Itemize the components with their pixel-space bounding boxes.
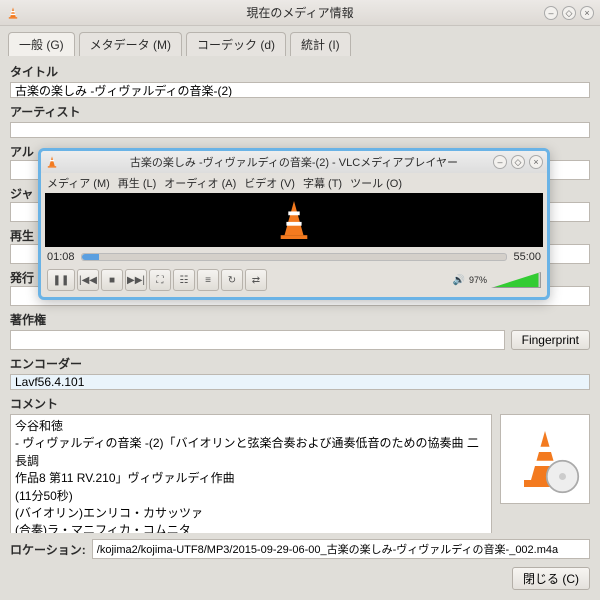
comment-field[interactable] bbox=[10, 414, 492, 533]
player-title: 古楽の楽しみ -ヴィヴァルディの音楽-(2) - VLCメディアプレイヤー bbox=[130, 154, 458, 170]
close-button[interactable]: 閉じる (C) bbox=[512, 567, 590, 590]
fingerprint-button[interactable]: Fingerprint bbox=[511, 330, 590, 350]
player-controls: ❚❚ |◀◀ ■ ▶▶| ⛶ ☷ ≡ ↻ ⇄ 🔊 97% bbox=[41, 267, 547, 297]
menu-tools[interactable]: ツール (O) bbox=[350, 175, 402, 191]
menu-playback[interactable]: 再生 (L) bbox=[118, 175, 157, 191]
tab-general[interactable]: 一般 (G) bbox=[8, 32, 75, 56]
copyright-label: 著作権 bbox=[10, 311, 590, 328]
player-maximize-button[interactable]: ◇ bbox=[511, 155, 525, 169]
location-field bbox=[92, 539, 590, 559]
vlc-cone-large-icon bbox=[510, 424, 580, 494]
player-titlebar[interactable]: 古楽の楽しみ -ヴィヴァルディの音楽-(2) - VLCメディアプレイヤー – … bbox=[41, 151, 547, 173]
encoder-label: エンコーダー bbox=[10, 355, 590, 372]
vlc-cone-video-icon bbox=[275, 198, 313, 242]
fullscreen-button[interactable]: ⛶ bbox=[149, 269, 171, 291]
location-label: ロケーション: bbox=[10, 541, 86, 558]
player-minimize-button[interactable]: – bbox=[493, 155, 507, 169]
encoder-field[interactable] bbox=[10, 374, 590, 390]
location-row: ロケーション: bbox=[0, 533, 600, 567]
title-field[interactable] bbox=[10, 82, 590, 98]
window-title: 現在のメディア情報 bbox=[246, 4, 353, 21]
ext-settings-button[interactable]: ☷ bbox=[173, 269, 195, 291]
artist-field[interactable] bbox=[10, 122, 590, 138]
volume-slider[interactable] bbox=[491, 272, 541, 288]
maximize-button[interactable]: ◇ bbox=[562, 6, 576, 20]
titlebar: 現在のメディア情報 – ◇ × bbox=[0, 0, 600, 26]
menu-media[interactable]: メディア (M) bbox=[47, 175, 110, 191]
seek-slider[interactable] bbox=[81, 253, 508, 261]
player-close-button[interactable]: × bbox=[529, 155, 543, 169]
time-current: 01:08 bbox=[47, 251, 75, 263]
vlc-cone-icon bbox=[45, 155, 59, 169]
title-label: タイトル bbox=[10, 63, 590, 80]
comment-label: コメント bbox=[10, 395, 590, 412]
playlist-button[interactable]: ≡ bbox=[197, 269, 219, 291]
pause-button[interactable]: ❚❚ bbox=[47, 269, 75, 291]
shuffle-button[interactable]: ⇄ bbox=[245, 269, 267, 291]
artist-label: アーティスト bbox=[10, 103, 590, 120]
tab-bar: 一般 (G) メタデータ (M) コーデック (d) 統計 (I) bbox=[0, 26, 600, 56]
next-button[interactable]: ▶▶| bbox=[125, 269, 147, 291]
video-area bbox=[45, 193, 543, 247]
menu-subtitle[interactable]: 字幕 (T) bbox=[303, 175, 342, 191]
time-total: 55:00 bbox=[513, 251, 541, 263]
stop-button[interactable]: ■ bbox=[101, 269, 123, 291]
loop-button[interactable]: ↻ bbox=[221, 269, 243, 291]
player-menubar: メディア (M) 再生 (L) オーディオ (A) ビデオ (V) 字幕 (T)… bbox=[41, 173, 547, 193]
close-window-button[interactable]: × bbox=[580, 6, 594, 20]
vlc-player-window: 古楽の楽しみ -ヴィヴァルディの音楽-(2) - VLCメディアプレイヤー – … bbox=[38, 148, 550, 300]
tab-stats[interactable]: 統計 (I) bbox=[290, 32, 351, 56]
tab-metadata[interactable]: メタデータ (M) bbox=[79, 32, 182, 56]
tab-codec[interactable]: コーデック (d) bbox=[186, 32, 286, 56]
speaker-icon[interactable]: 🔊 bbox=[453, 275, 465, 286]
minimize-button[interactable]: – bbox=[544, 6, 558, 20]
cover-art bbox=[500, 414, 590, 504]
vlc-cone-icon bbox=[6, 6, 20, 20]
menu-audio[interactable]: オーディオ (A) bbox=[164, 175, 236, 191]
copyright-field[interactable] bbox=[10, 330, 505, 350]
volume-percent: 97% bbox=[469, 275, 487, 285]
prev-button[interactable]: |◀◀ bbox=[77, 269, 99, 291]
menu-video[interactable]: ビデオ (V) bbox=[244, 175, 295, 191]
media-info-window: 現在のメディア情報 – ◇ × 一般 (G) メタデータ (M) コーデック (… bbox=[0, 0, 600, 600]
